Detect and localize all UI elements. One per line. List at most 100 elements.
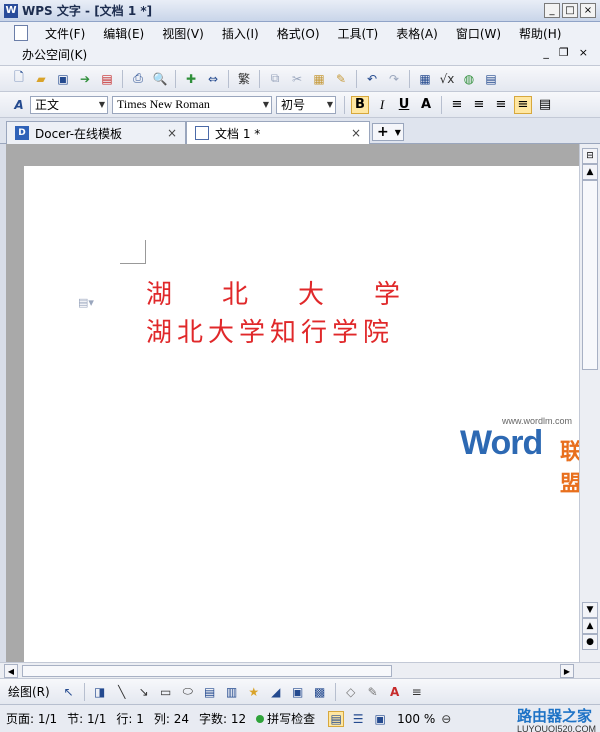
textbox-icon[interactable]: ▤ [202,684,218,700]
justify-icon[interactable]: ≡ [514,95,532,114]
print-preview-icon[interactable]: 🔍 [152,71,168,87]
scroll-thumb[interactable] [582,180,598,370]
ellipse-icon[interactable]: ⬭ [180,684,196,700]
status-word-count[interactable]: 字数: 12 [199,710,246,727]
spell-check-status-icon [256,715,265,723]
wordart-icon[interactable]: ★ [246,684,262,700]
menu-office-space[interactable]: 办公空间(K) [20,46,96,63]
close-button[interactable]: × [580,3,596,18]
scroll-up-icon[interactable]: ▲ [582,164,598,180]
doc-line-2[interactable]: 湖北大学知行学院 [146,312,394,349]
maximize-button[interactable]: □ [562,3,578,18]
select-arrow-icon[interactable]: ↖ [61,684,77,700]
tab-docer[interactable]: D Docer-在线模板 × [6,121,186,144]
horizontal-scrollbar[interactable]: ◀ ▶ [0,662,600,678]
split-view-icon[interactable]: ⊟ [582,148,598,164]
drawing-toolbar: 绘图(R) ↖ ◨ ╲ ↘ ▭ ⬭ ▤ ▥ ★ ◢ ▣ ▩ ◇ ✎ A ≡ [0,678,600,704]
autoshapes-icon[interactable]: ◨ [92,684,108,700]
align-left-icon[interactable]: ≡ [448,96,466,114]
spell-check-toggle[interactable]: 拼写检查 [256,710,315,727]
minimize-button[interactable]: _ [544,3,560,18]
menu-help[interactable]: 帮助(H) [510,25,570,42]
size-select-value: 初号 [281,98,306,112]
clipart-icon[interactable]: ▣ [290,684,306,700]
diagram-icon[interactable]: ◢ [268,684,284,700]
document-menu-icon[interactable] [14,25,28,41]
redo-icon[interactable]: ↷ [386,71,402,87]
new-tab-button[interactable]: + ▼ [372,123,404,141]
web-view-icon[interactable]: ▣ [372,711,388,727]
arrow-icon[interactable]: ↘ [136,684,152,700]
menu-tools[interactable]: 工具(T) [329,25,388,42]
print-icon[interactable]: ⎙ [130,71,146,87]
brush-icon[interactable]: ✎ [333,71,349,87]
formula-icon[interactable]: √x [439,71,455,87]
tab-document[interactable]: 文档 1 * × [186,121,370,144]
grid-icon[interactable]: ▤ [483,71,499,87]
cut-icon[interactable]: ✂ [289,71,305,87]
align-right-icon[interactable]: ≡ [492,96,510,114]
doc-restore-icon[interactable]: ❐ [559,46,569,59]
menu-view[interactable]: 视图(V) [153,25,213,42]
new-document-icon[interactable]: 🗋 [11,70,27,87]
doc-line-1[interactable]: 湖北大学 [146,274,450,311]
format-painter-icon[interactable]: ⇔ [205,71,221,87]
separator [122,69,123,88]
scroll-right-icon[interactable]: ▶ [560,664,574,678]
close-icon[interactable]: × [351,126,361,140]
globe-icon[interactable]: ◍ [461,71,477,87]
close-icon[interactable]: × [167,126,177,140]
page-view-icon[interactable]: ▤ [328,710,345,727]
export-icon[interactable]: ➔ [77,71,93,87]
doc-minimize-icon[interactable]: _ [543,46,549,59]
undo-icon[interactable]: ↶ [364,71,380,87]
outline-view-icon[interactable]: ☰ [350,711,366,727]
document-page[interactable]: ▤▾ 湖北大学 湖北大学知行学院 www.wordlm.com Word 联盟 [24,166,582,662]
rectangle-icon[interactable]: ▭ [158,684,174,700]
vertical-scrollbar[interactable]: ⊟ ▲ ▼ ▲ ● [579,144,600,662]
doc-close-icon[interactable]: × [579,46,588,59]
styles-icon[interactable]: A [11,97,27,113]
italic-button[interactable]: I [373,96,391,114]
pdf-icon[interactable]: ▤ [99,71,115,87]
insert-icon[interactable]: ✚ [183,71,199,87]
save-icon[interactable]: ▣ [55,71,71,87]
scroll-down-icon[interactable]: ▼ [582,602,598,618]
zoom-out-icon[interactable]: ⊖ [438,711,454,727]
paste-icon[interactable]: ▦ [311,71,327,87]
size-select[interactable]: 初号 ▼ [276,95,336,114]
scroll-left-icon[interactable]: ◀ [4,664,18,678]
font-select[interactable]: Times New Roman ▼ [112,95,272,114]
menu-window[interactable]: 窗口(W) [447,25,510,42]
distributed-icon[interactable]: ▤ [536,96,554,114]
select-browse-icon[interactable]: ● [582,634,598,650]
menu-format[interactable]: 格式(O) [268,25,329,42]
menu-edit[interactable]: 编辑(E) [94,25,153,42]
line-color-icon[interactable]: ✎ [365,684,381,700]
menu-file[interactable]: 文件(F) [36,25,94,42]
copy-icon[interactable]: ⧉ [267,71,283,87]
align-center-icon[interactable]: ≡ [470,96,488,114]
table-icon[interactable]: ▦ [417,71,433,87]
picture-icon[interactable]: ▩ [312,684,328,700]
draw-menu[interactable]: 绘图(R) [8,683,50,700]
status-page: 页面: 1/1 [6,712,58,726]
hscroll-thumb[interactable] [22,665,392,677]
style-select[interactable]: 正文 ▼ [30,95,108,114]
chevron-down-icon: ▼ [98,99,105,109]
prev-page-icon[interactable]: ▲ [582,618,598,634]
open-folder-icon[interactable]: ▰ [33,71,49,87]
line-icon[interactable]: ╲ [114,684,130,700]
char-size-button[interactable]: A [417,96,435,114]
menu-insert[interactable]: 插入(I) [213,25,268,42]
traditional-chinese-icon[interactable]: 繁 [236,71,252,87]
line-style-icon[interactable]: ≡ [409,684,425,700]
paragraph-handle-icon[interactable]: ▤▾ [78,296,94,309]
font-color-icon[interactable]: A [387,684,403,700]
underline-button[interactable]: U [395,96,413,114]
vertical-textbox-icon[interactable]: ▥ [224,684,240,700]
fill-color-icon[interactable]: ◇ [343,684,359,700]
menu-table[interactable]: 表格(A) [387,25,447,42]
zoom-level[interactable]: 100 % [397,712,435,726]
bold-button[interactable]: B [351,95,369,114]
